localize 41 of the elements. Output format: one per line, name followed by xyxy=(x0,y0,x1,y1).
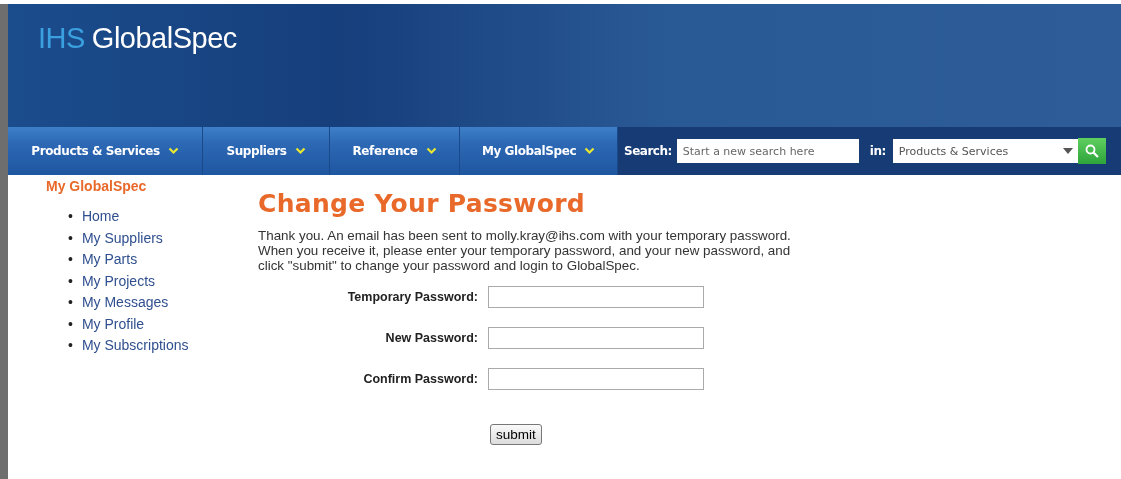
search-field[interactable]: Start a new search here xyxy=(676,139,859,163)
search-button[interactable] xyxy=(1077,138,1106,164)
sidebar-link[interactable]: My Projects xyxy=(81,270,156,292)
sidebar-link[interactable]: My Parts xyxy=(81,249,138,271)
sidebar-link[interactable]: Home xyxy=(81,206,120,228)
bullet: • xyxy=(68,336,73,355)
nav-menu-item[interactable]: Suppliers xyxy=(203,127,330,175)
chevron-down-icon xyxy=(584,147,596,155)
password-field[interactable] xyxy=(488,327,704,349)
field-label: Temporary Password: xyxy=(346,290,478,304)
sidebar-link[interactable]: My Messages xyxy=(81,292,169,314)
password-field[interactable] xyxy=(488,368,704,390)
logo-prefix: IHS xyxy=(38,22,85,55)
bullet: • xyxy=(68,250,73,269)
bullet: • xyxy=(68,314,73,334)
chevron-down-icon xyxy=(425,147,437,155)
nav-menu-item[interactable]: Reference xyxy=(330,127,460,175)
in-label: in: xyxy=(869,144,886,158)
sidebar-link[interactable]: My Subscriptions xyxy=(81,335,189,357)
search-label: Search: xyxy=(624,144,672,158)
sidebar-title: My GlobalSpec xyxy=(46,178,148,194)
category-dropdown[interactable]: Products & Services xyxy=(892,139,1079,163)
search-icon xyxy=(1084,144,1099,158)
sidebar-link[interactable]: My Suppliers xyxy=(81,227,163,249)
caret-icon xyxy=(1062,148,1073,154)
bullet: • xyxy=(68,207,73,226)
nav-menu-item[interactable]: My GlobalSpec xyxy=(460,127,618,175)
bullet: • xyxy=(68,271,73,291)
field-label: Confirm Password: xyxy=(362,372,478,386)
field-label: New Password: xyxy=(384,331,478,345)
nav-menu-item[interactable]: Products & Services xyxy=(8,127,203,175)
logo-name: GlobalSpec xyxy=(91,22,237,55)
password-field[interactable] xyxy=(488,286,704,308)
bullet: • xyxy=(68,293,73,312)
bullet: • xyxy=(68,228,73,248)
page-title: Change Your Password xyxy=(258,189,586,218)
chevron-down-icon xyxy=(167,147,179,155)
sidebar-link[interactable]: My Profile xyxy=(81,313,145,335)
confirmation-message: Thank you. An email has been sent to molly.kray@ihs.com with your temporary password. When you receive it, please enter your temporary password, and your new password, and click "submit" to change your password and login to GlobalSpec. xyxy=(258,228,792,273)
submit-button[interactable]: submit xyxy=(490,424,542,445)
chevron-down-icon xyxy=(294,147,306,155)
